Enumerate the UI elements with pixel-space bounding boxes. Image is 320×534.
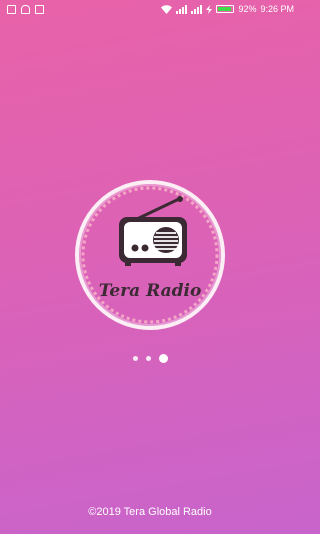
status-bar: 92% 9:26 PM [0,0,300,20]
radio-icon [81,186,219,324]
image-icon [35,5,44,14]
android-icon [21,5,30,14]
page-dot-3-active [158,354,168,363]
page-dot-2 [145,356,151,361]
app-logo: Tera Radio [75,180,225,330]
status-left-icons [7,5,44,14]
signal-icon-2 [191,4,203,14]
page-dot-1 [132,356,138,361]
footer-copyright: ©2019 Tera Global Radio [88,506,212,518]
signal-icon [176,4,188,14]
page-indicator [0,354,300,363]
message-icon [7,5,16,14]
clock: 9:26 PM [260,4,294,14]
app-name: Tera Radio [98,281,202,301]
status-right: 92% 9:26 PM [161,4,294,14]
battery-icon [216,5,235,13]
battery-percent: 92% [238,4,257,14]
wifi-icon [161,4,173,14]
charging-icon [206,4,213,14]
